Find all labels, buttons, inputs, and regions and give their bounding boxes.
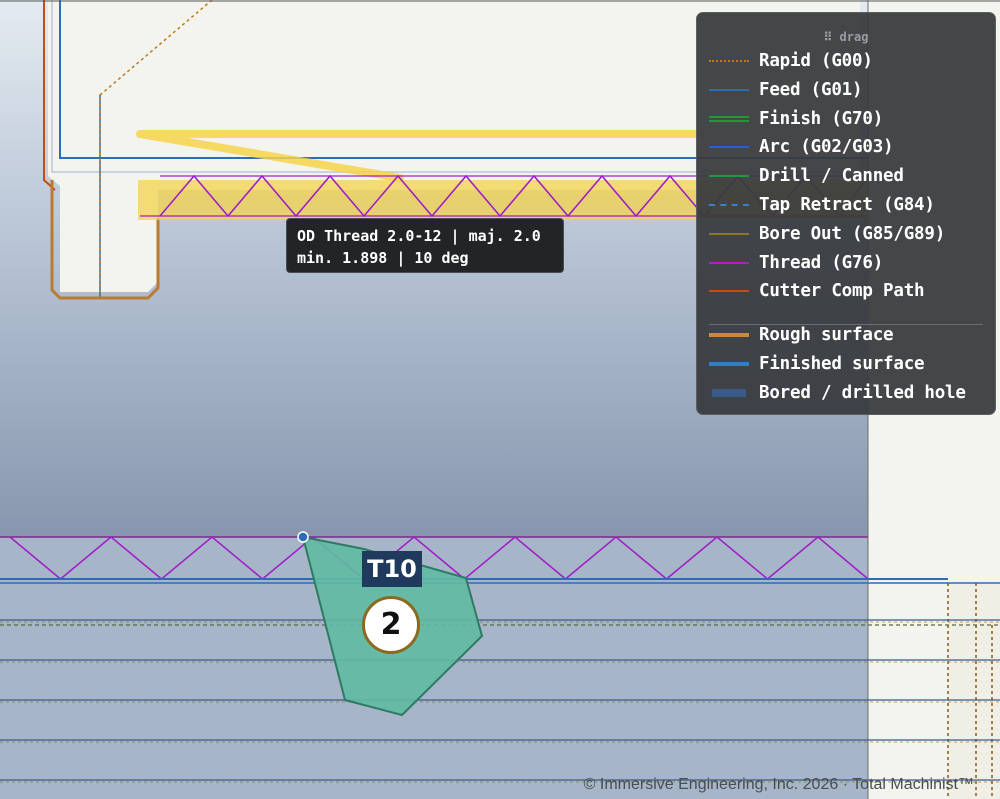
tool-number-badge[interactable]: 2 [362, 596, 420, 654]
legend-label: Rough surface [759, 325, 894, 345]
legend-swatch [709, 55, 751, 67]
legend-label: Thread (G76) [759, 253, 884, 273]
legend-item: Drill / Canned [709, 164, 904, 188]
tool-tip-point[interactable] [297, 531, 309, 543]
legend-item: Arc (G02/G03) [709, 135, 894, 159]
legend-item: Thread (G76) [709, 251, 883, 275]
legend-label: Tap Retract (G84) [759, 195, 935, 215]
legend-separator [709, 324, 983, 325]
legend-item: Bored / drilled hole [709, 381, 966, 405]
legend-swatch [709, 170, 751, 182]
legend-panel[interactable]: ⠿ drag Rapid (G00) Feed (G01) Finish (G70)… [696, 12, 996, 415]
legend-item: Rough surface [709, 323, 894, 347]
legend-label: Cutter Comp Path [759, 281, 925, 301]
legend-label: Finished surface [759, 354, 925, 374]
tool-name-label[interactable]: T10 [362, 551, 422, 587]
legend-item: Tap Retract (G84) [709, 193, 935, 217]
legend-drag-handle[interactable]: ⠿ drag [697, 30, 995, 44]
legend-swatch [709, 358, 751, 370]
legend-swatch [709, 113, 751, 125]
legend-label: Rapid (G00) [759, 51, 873, 71]
legend-label: Drill / Canned [759, 166, 904, 186]
legend-item: Finish (G70) [709, 107, 883, 131]
legend-swatch [709, 257, 751, 269]
legend-swatch [709, 228, 751, 240]
copyright-footer: © Immersive Engineering, Inc. 2026 · Tot… [583, 776, 974, 793]
legend-label: Bore Out (G85/G89) [759, 224, 946, 244]
legend-item: Cutter Comp Path [709, 279, 925, 303]
legend-item: Finished surface [709, 352, 925, 376]
legend-swatch [709, 329, 751, 341]
legend-label: Bored / drilled hole [759, 383, 966, 403]
tooltip-line-2: min. 1.898 | 10 deg [297, 249, 469, 267]
legend-item: Rapid (G00) [709, 49, 873, 73]
legend-item: Feed (G01) [709, 78, 863, 102]
legend-swatch [709, 199, 751, 211]
legend-label: Finish (G70) [759, 109, 884, 129]
legend-label: Arc (G02/G03) [759, 137, 894, 157]
legend-swatch [709, 387, 751, 399]
legend-swatch [709, 285, 751, 297]
legend-swatch [709, 84, 751, 96]
tooltip-line-1: OD Thread 2.0-12 | maj. 2.0 [297, 227, 541, 245]
legend-item: Bore Out (G85/G89) [709, 222, 945, 246]
thread-tooltip: OD Thread 2.0-12 | maj. 2.0 min. 1.898 |… [286, 218, 564, 273]
legend-swatch [709, 141, 751, 153]
legend-label: Feed (G01) [759, 80, 863, 100]
